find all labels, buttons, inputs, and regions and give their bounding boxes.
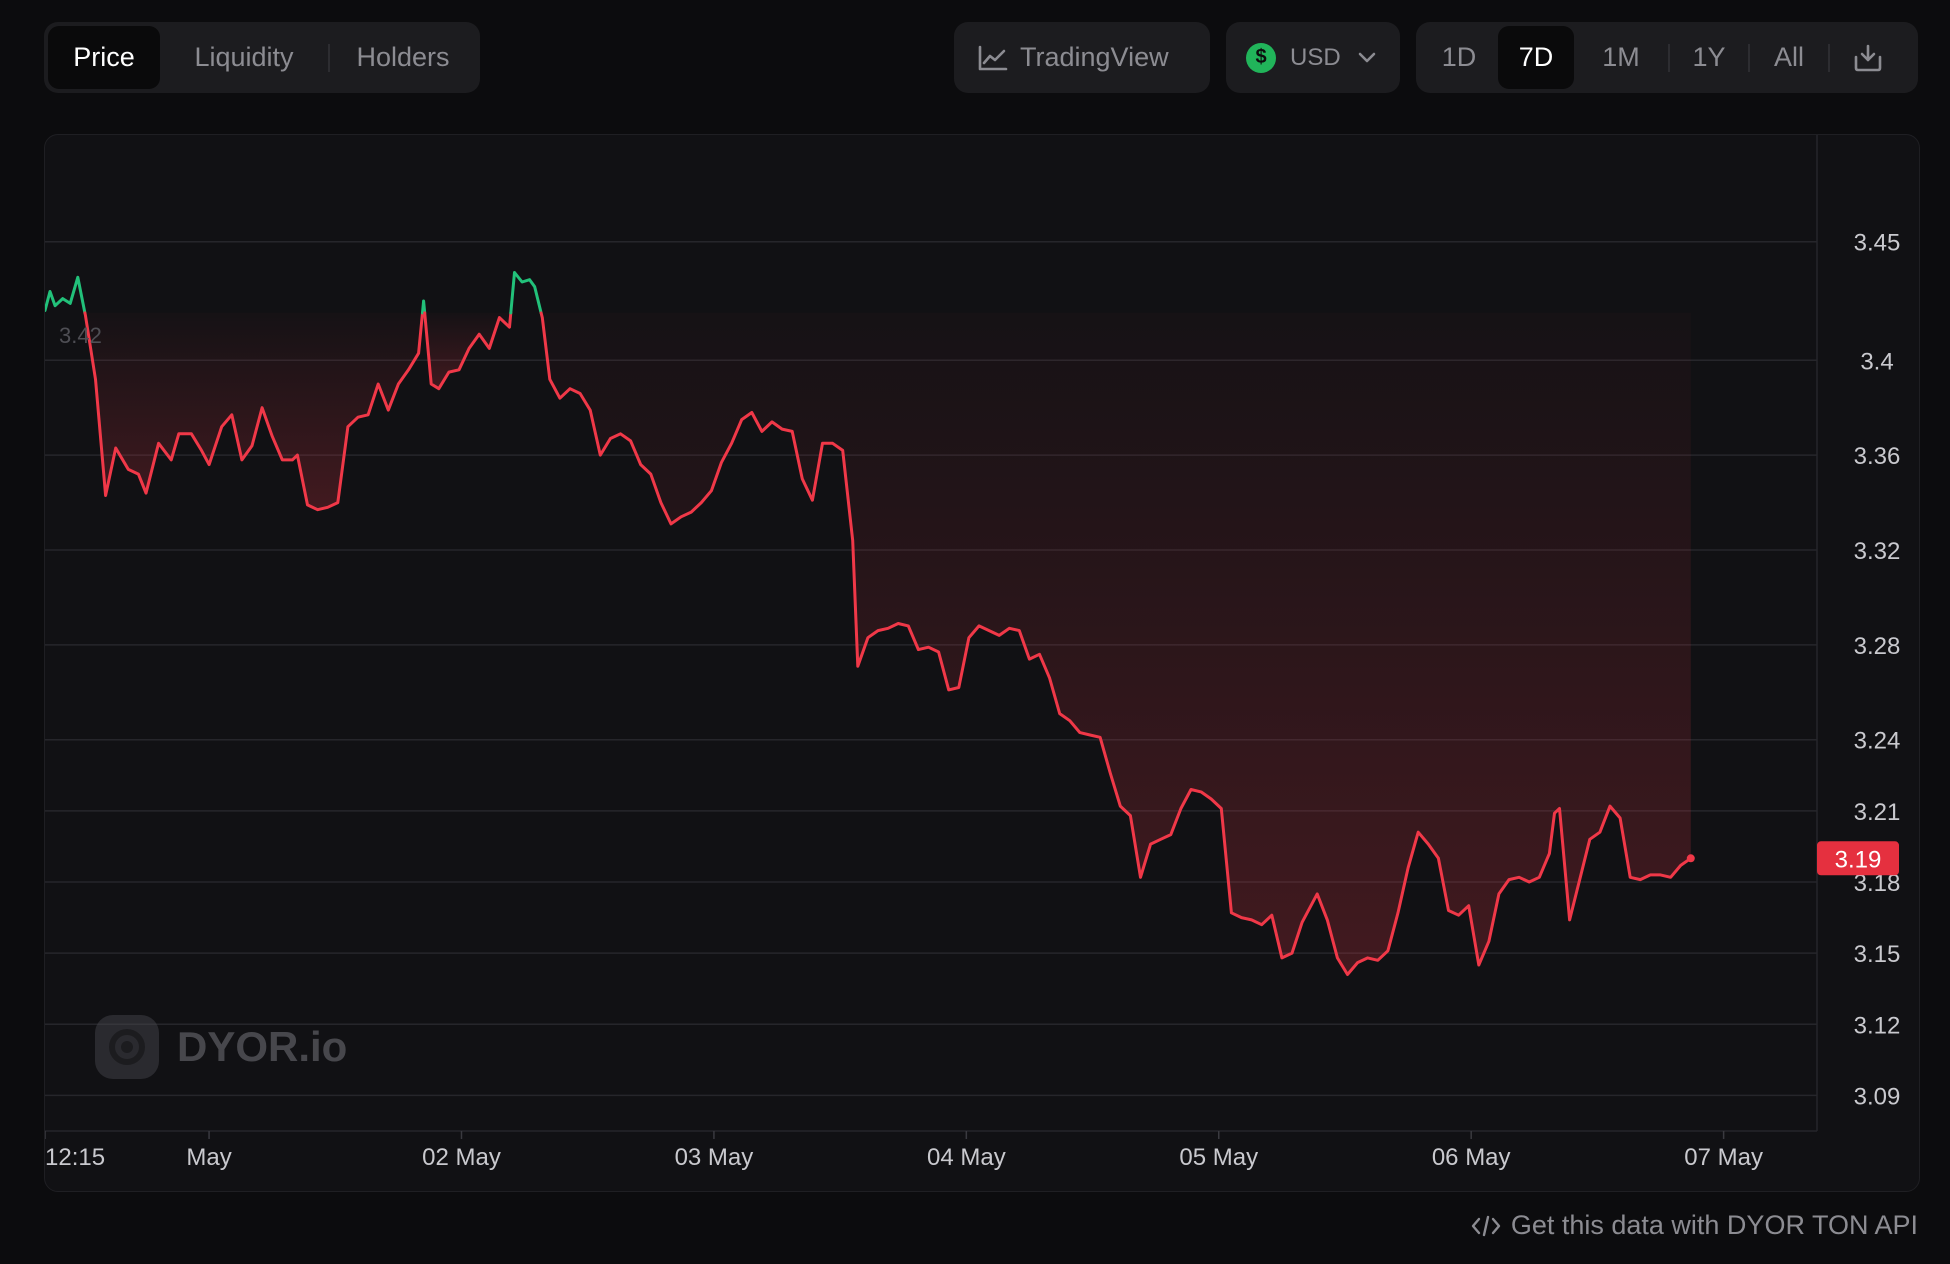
current-price-label: 3.19 <box>1835 846 1882 873</box>
x-tick-label: 07 May <box>1684 1144 1763 1171</box>
y-tick-label: 3.32 <box>1854 538 1901 565</box>
watermark: DYOR.io <box>95 1015 347 1079</box>
tradingview-label: TradingView <box>1020 42 1169 72</box>
price-chart[interactable]: 3.45 3.4 3.36 3.32 3.28 3.24 3.21 3.18 3.15 3.12 3… <box>44 134 1920 1192</box>
y-tick-label: 3.4 <box>1860 348 1893 375</box>
last-point-marker <box>1686 854 1695 863</box>
x-tick-label: 04 May <box>927 1144 1006 1171</box>
x-tick-label: 05 May <box>1179 1144 1258 1171</box>
range-1m[interactable]: 1M <box>1574 26 1668 89</box>
code-icon <box>1471 1214 1501 1238</box>
y-tick-label: 3.12 <box>1854 1012 1901 1039</box>
y-tick-label: 3.28 <box>1854 633 1901 660</box>
y-tick-label: 3.24 <box>1854 728 1901 755</box>
watermark-text: DYOR.io <box>177 1023 348 1070</box>
y-tick-label: 3.36 <box>1854 443 1901 470</box>
area-fill-segment <box>84 312 423 510</box>
y-tick-label: 3.15 <box>1854 941 1901 968</box>
area-fill <box>84 312 1691 975</box>
range-1d[interactable]: 1D <box>1420 26 1498 89</box>
x-tick-label: 03 May <box>675 1144 754 1171</box>
range-selector: 1D 7D 1M 1Y All <box>1416 22 1918 93</box>
chart-type-tabs: Price Liquidity Holders <box>44 22 480 93</box>
currency-select[interactable]: $ USD <box>1226 22 1400 93</box>
tab-liquidity[interactable]: Liquidity <box>160 26 328 89</box>
api-link-text: Get this data with DYOR TON API <box>1510 1210 1918 1240</box>
currency-label: USD <box>1290 43 1341 71</box>
baseline-label: 3.42 <box>59 323 102 348</box>
price-line-up <box>509 271 543 315</box>
chevron-down-icon <box>1357 51 1377 65</box>
dollar-icon: $ <box>1246 42 1276 73</box>
y-tick-label: 3.45 <box>1854 230 1901 257</box>
y-tick-label: 3.21 <box>1854 799 1901 826</box>
y-axis: 3.453.43.363.323.283.243.213.183.153.123… <box>1854 230 1901 1111</box>
dyor-logo-icon <box>95 1015 159 1079</box>
area-fill-segment <box>541 312 1691 975</box>
download-icon <box>1852 43 1884 73</box>
tab-price[interactable]: Price <box>48 26 160 89</box>
range-1y[interactable]: 1Y <box>1670 26 1748 89</box>
tab-holders[interactable]: Holders <box>330 26 476 89</box>
download-button[interactable] <box>1830 26 1906 89</box>
api-link[interactable]: Get this data with DYOR TON API <box>1471 1210 1918 1241</box>
range-7d[interactable]: 7D <box>1498 26 1574 89</box>
price-line-up <box>45 275 87 315</box>
x-tick-label: 06 May <box>1432 1144 1511 1171</box>
x-tick-label: 12:15 <box>45 1144 105 1171</box>
y-tick-label: 3.09 <box>1854 1083 1901 1110</box>
line-chart-icon <box>978 45 1008 71</box>
tradingview-button[interactable]: TradingView <box>954 22 1210 93</box>
x-tick-label: May <box>186 1144 231 1171</box>
x-tick-label: 02 May <box>422 1144 501 1171</box>
price-line-up <box>421 299 427 315</box>
range-all[interactable]: All <box>1750 26 1828 89</box>
x-axis: 12:15 May 02 May 03 May 04 May 05 May 06 May 07… <box>45 1131 1763 1171</box>
